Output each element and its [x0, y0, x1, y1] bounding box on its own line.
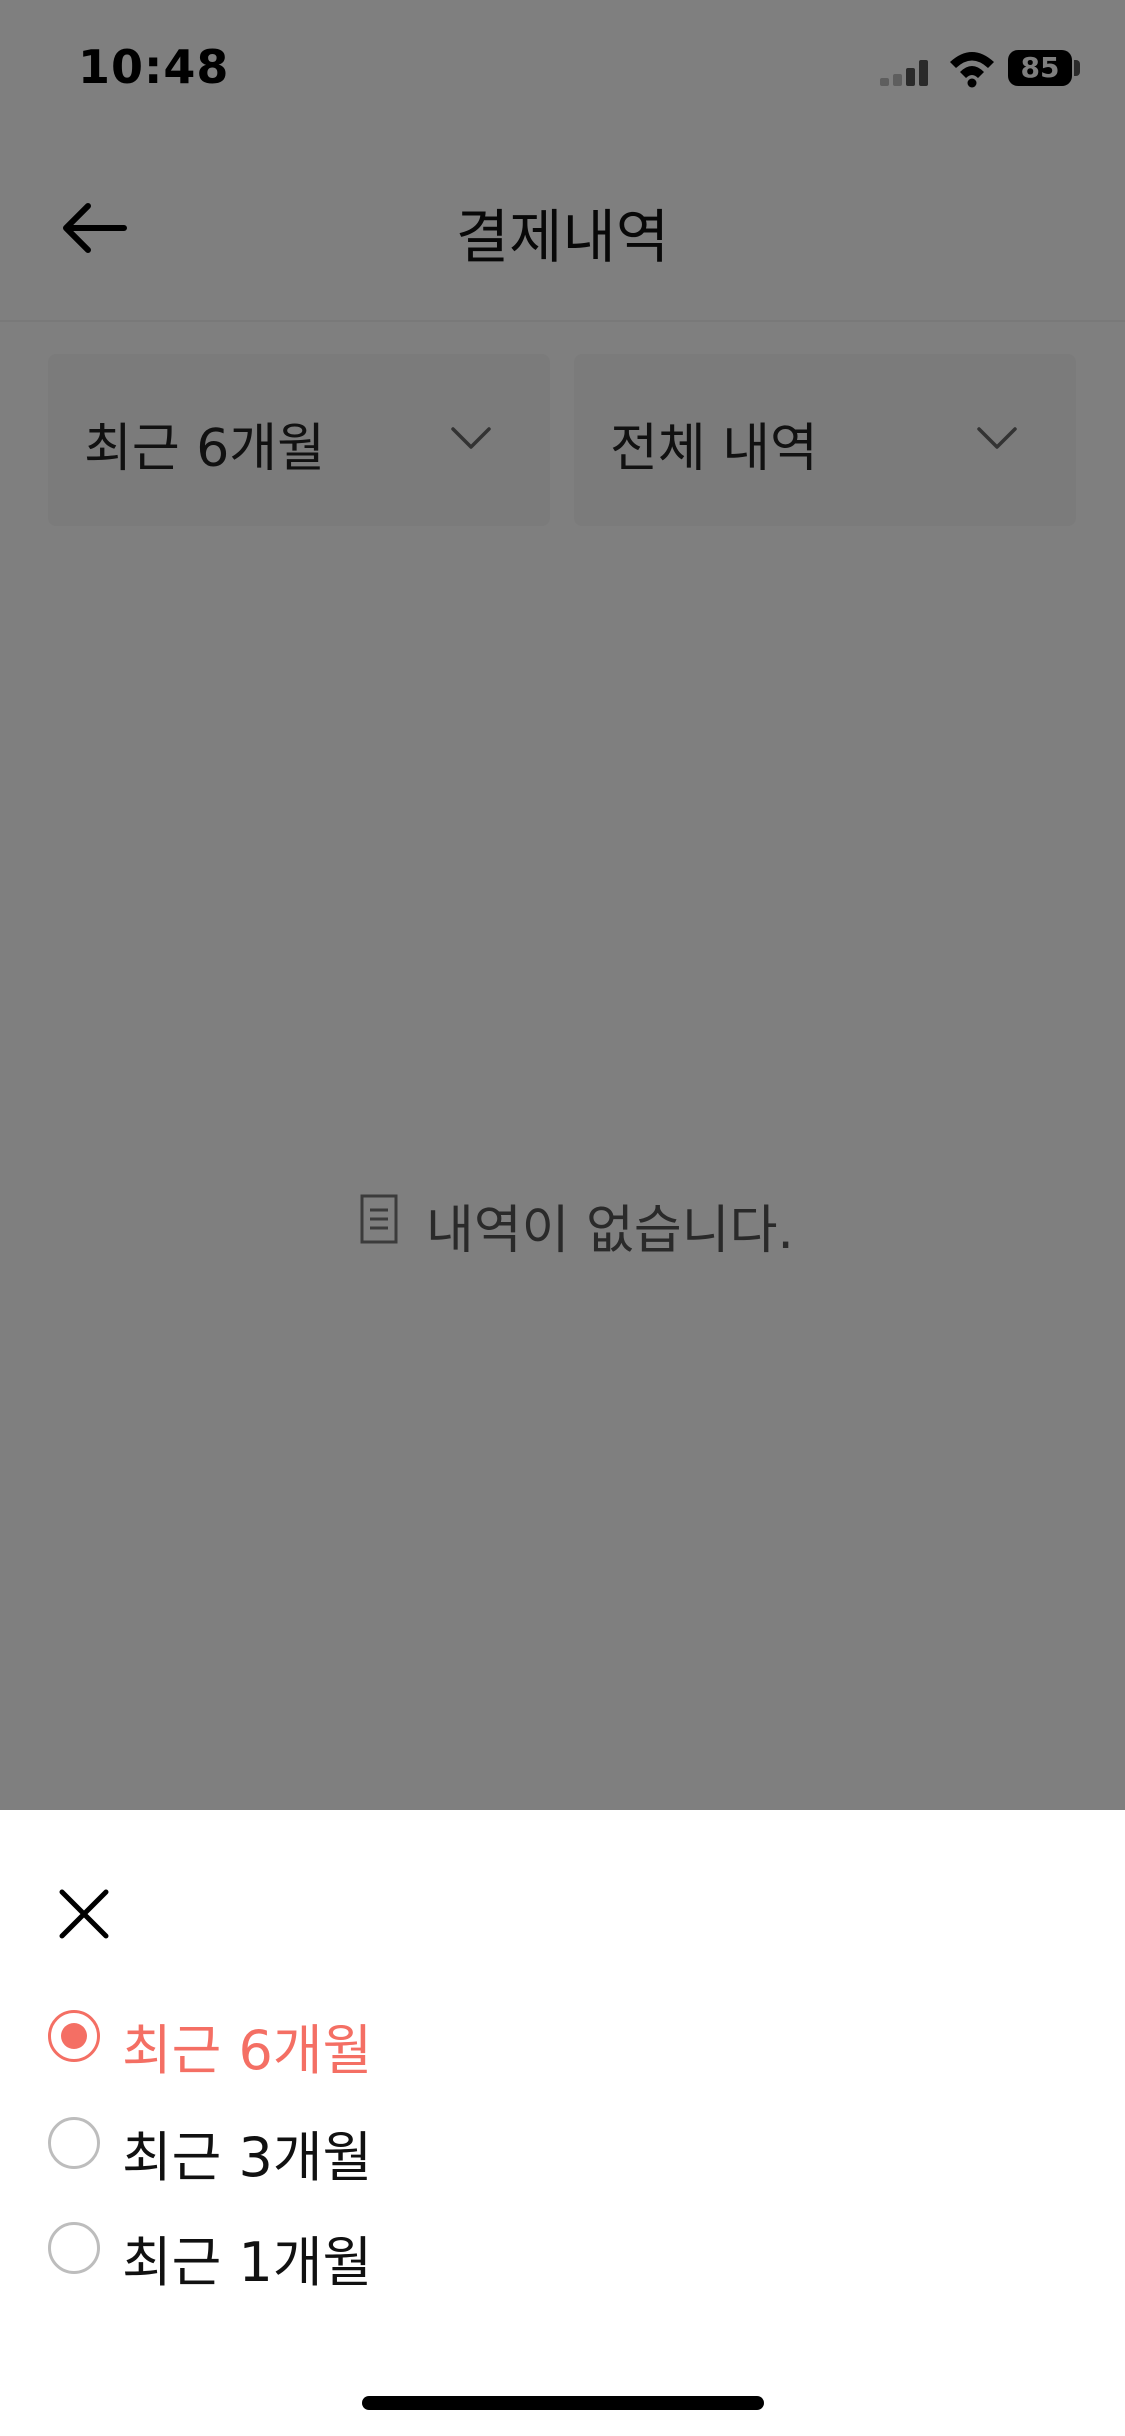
option-label: 최근 6개월 [122, 2019, 373, 2082]
option-label: 최근 3개월 [122, 2126, 373, 2189]
radio-selected-icon[interactable] [48, 2010, 100, 2062]
close-icon[interactable] [56, 1886, 112, 1942]
radio-dot [61, 2023, 87, 2049]
payment-history-screen: 10:48 85 결제내역 최근 6개월 전체 내역 [0, 0, 1125, 2436]
radio-unselected-icon[interactable] [48, 2222, 100, 2274]
period-option-6-months[interactable]: 최근 6개월 [46, 1998, 646, 2082]
period-option-3-months[interactable]: 최근 3개월 [46, 2105, 646, 2189]
period-option-1-month[interactable]: 최근 1개월 [46, 2210, 646, 2294]
dim-overlay[interactable] [0, 0, 1125, 1810]
radio-unselected-icon[interactable] [48, 2117, 100, 2169]
home-indicator [362, 2396, 764, 2410]
option-label: 최근 1개월 [122, 2231, 373, 2294]
